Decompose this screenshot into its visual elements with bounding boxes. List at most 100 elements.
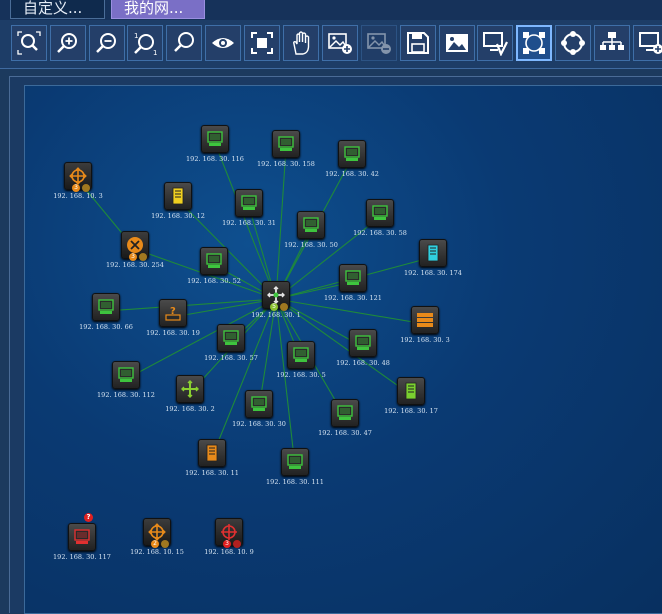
add-image-icon [328, 33, 352, 54]
edit-device-icon [483, 32, 508, 56]
edit-device-button[interactable] [477, 25, 513, 61]
pan-hand-button[interactable] [283, 25, 319, 61]
device-node[interactable]: 192. 168. 30. 58 [340, 199, 420, 237]
background-image-button[interactable] [439, 25, 475, 61]
device-node[interactable]: 192. 168. 30. 174 [393, 239, 473, 277]
remove-image-icon [367, 33, 391, 54]
zoom-in-button[interactable] [50, 25, 86, 61]
device-label: 192. 168. 30. 50 [284, 241, 338, 249]
device-node[interactable]: 192. 168. 30. 117? [42, 513, 122, 561]
add-device-icon [639, 32, 662, 54]
fit-screen-icon [251, 32, 273, 54]
device-node[interactable]: 192. 168. 10. 15 2 [117, 518, 197, 556]
device-label: 192. 168. 10. 9 [204, 548, 254, 556]
zoom-actual-icon: 11 [134, 32, 157, 56]
status-badge: 2 [151, 540, 159, 548]
device-label: 192. 168. 10. 3 [53, 192, 103, 200]
device-pc-icon [112, 361, 140, 389]
remove-image-button[interactable] [361, 25, 397, 61]
eye-icon [212, 38, 234, 48]
device-node[interactable]: 192. 168. 10. 33 [38, 162, 118, 200]
save-icon [407, 32, 429, 54]
device-pc-icon [366, 199, 394, 227]
zoom-actual-button[interactable]: 11 [127, 25, 163, 61]
device-node[interactable]: 192. 168. 30. 42 [312, 140, 392, 178]
device-unknown-icon: ? [159, 299, 187, 327]
device-pc-icon [331, 399, 359, 427]
circle-layout-button[interactable] [555, 25, 591, 61]
device-node[interactable]: 192. 168. 30. 111 [255, 448, 335, 486]
svg-text:?: ? [170, 306, 176, 317]
link-status-icon [233, 540, 241, 548]
device-label: 192. 168. 30. 47 [318, 429, 372, 437]
select-layout-icon [523, 32, 545, 54]
device-node[interactable]: 192. 168. 30. 12 [138, 182, 218, 220]
device-switch-icon [176, 375, 204, 403]
device-node[interactable]: 192. 168. 30. 2 [150, 375, 230, 413]
device-node[interactable]: 192. 168. 30. 50 [271, 211, 351, 249]
device-storage-icon [411, 306, 439, 334]
alert-icon: ? [84, 513, 93, 522]
device-label: 192. 168. 30. 58 [353, 229, 407, 237]
fit-screen-button[interactable] [244, 25, 280, 61]
zoom-select-button[interactable] [11, 25, 47, 61]
device-pc-icon [217, 324, 245, 352]
zoom-select-icon [17, 31, 41, 55]
device-server-orange-icon [198, 439, 226, 467]
device-label: 192. 168. 30. 1 [251, 311, 301, 319]
device-pc-icon [287, 341, 315, 369]
device-node[interactable]: 192. 168. 30. 52 [174, 247, 254, 285]
device-label: 192. 168. 30. 2 [165, 405, 215, 413]
zoom-in-icon [57, 33, 77, 53]
tab-bar: 自定义... 我的网... [0, 0, 662, 20]
link-status-icon [139, 253, 147, 261]
device-pc-icon [281, 448, 309, 476]
status-badge: 3 [223, 540, 231, 548]
device-node[interactable]: 192. 168. 30. 254 3 [95, 231, 175, 269]
device-pc-alert-icon [68, 523, 96, 551]
device-pc-icon [235, 189, 263, 217]
tab-custom[interactable]: 自定义... [10, 0, 105, 19]
device-node[interactable]: 192. 168. 30. 116 [175, 125, 255, 163]
device-pc-icon [245, 390, 273, 418]
device-label: 192. 168. 30. 254 [106, 261, 164, 269]
circle-layout-icon [561, 31, 585, 55]
device-node[interactable]: 192. 168. 30. 121 [313, 264, 393, 302]
save-button[interactable] [400, 25, 436, 61]
device-node[interactable]: 192. 168. 10. 93 [189, 518, 269, 556]
device-node[interactable]: 192. 168. 30. 15 [236, 281, 316, 319]
device-node[interactable]: 192. 168. 30. 5 [261, 341, 341, 379]
eye-button[interactable] [205, 25, 241, 61]
device-node[interactable]: 192. 168. 30. 47 [305, 399, 385, 437]
tree-layout-icon [600, 32, 624, 50]
device-node[interactable]: 192. 168. 30. 30 [219, 390, 299, 428]
add-device-button[interactable] [633, 25, 662, 61]
status-badge: 3 [129, 253, 137, 261]
link-line [275, 298, 296, 467]
device-node[interactable]: 192. 168. 30. 57 [191, 324, 271, 362]
svg-text:1: 1 [134, 32, 138, 40]
device-label: 192. 168. 30. 42 [325, 170, 379, 178]
select-layout-button[interactable] [516, 25, 552, 61]
device-label: 192. 168. 30. 12 [151, 212, 205, 220]
svg-text:1: 1 [153, 49, 157, 56]
device-node[interactable]: 192. 168. 30. 11 [172, 439, 252, 477]
device-pc-icon [272, 130, 300, 158]
tree-layout-button[interactable] [594, 25, 630, 61]
link-status-icon [280, 303, 288, 311]
zoom-search-button[interactable] [166, 25, 202, 61]
device-label: 192. 168. 30. 116 [186, 155, 244, 163]
toolbar: 11 [0, 20, 662, 69]
status-badge: 3 [72, 184, 80, 192]
topology-canvas[interactable]: 192. 168. 30. 116 192. 168. 30. 158 192. 1… [24, 85, 662, 614]
device-server-green-icon [397, 377, 425, 405]
zoom-out-button[interactable] [89, 25, 125, 61]
device-label: 192. 168. 30. 117 [53, 553, 111, 561]
tab-my-network[interactable]: 我的网... [111, 0, 205, 19]
add-image-button[interactable] [322, 25, 358, 61]
device-pc-icon [92, 293, 120, 321]
device-server-cyan-icon [419, 239, 447, 267]
device-pc-icon [297, 211, 325, 239]
zoom-out-icon [96, 33, 116, 53]
device-label: 192. 168. 30. 57 [204, 354, 258, 362]
